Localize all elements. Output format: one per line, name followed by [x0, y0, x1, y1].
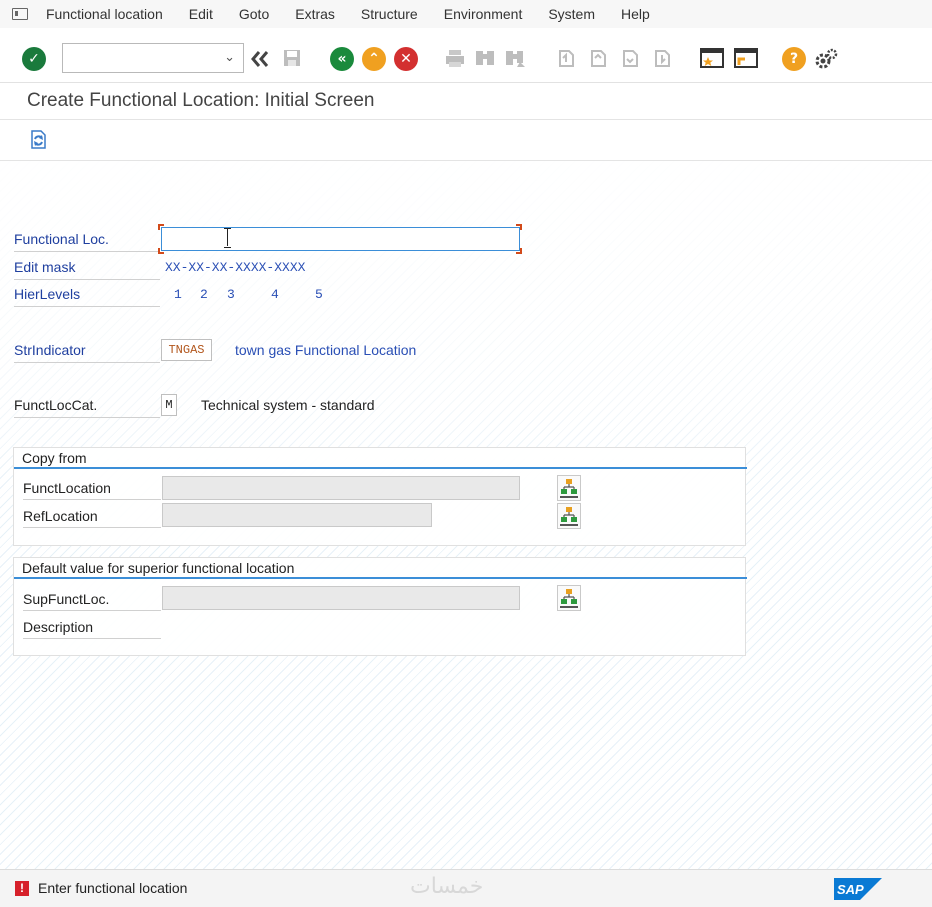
previous-page-icon[interactable] — [588, 48, 608, 68]
hier-level-1: 1 — [174, 287, 182, 302]
superior-group-title: Default value for superior functional lo… — [22, 560, 295, 576]
str-indicator-field[interactable]: TNGAS — [161, 339, 212, 361]
funct-loc-cat-field[interactable]: M — [161, 394, 177, 416]
copy-from-title: Copy from — [22, 450, 87, 466]
menu-icon[interactable] — [12, 8, 28, 20]
functional-loc-input[interactable] — [161, 227, 520, 251]
str-indicator-description: town gas Functional Location — [235, 342, 417, 358]
funct-location-field[interactable] — [162, 476, 520, 500]
hier-level-2: 2 — [200, 287, 208, 302]
settings-icon[interactable] — [814, 48, 838, 70]
hierarchy-icon — [560, 589, 578, 608]
hier-level-5: 5 — [315, 287, 323, 302]
page-title: Create Functional Location: Initial Scre… — [27, 90, 375, 111]
menu-structure[interactable]: Structure — [361, 6, 418, 22]
text-cursor-icon — [224, 228, 232, 248]
status-message[interactable]: Enter functional location — [38, 880, 187, 896]
superior-location-group: Default value for superior functional lo… — [13, 557, 747, 656]
next-page-icon[interactable] — [620, 48, 640, 68]
hierarchy-button[interactable] — [557, 475, 581, 501]
funct-location-label: FunctLocation — [23, 480, 161, 500]
find-next-icon[interactable] — [504, 48, 526, 68]
back-double-icon[interactable] — [250, 50, 270, 68]
last-page-icon[interactable] — [652, 48, 672, 68]
sup-funct-loc-label: SupFunctLoc. — [23, 591, 161, 611]
menu-extras[interactable]: Extras — [295, 6, 335, 22]
menu-functional-location[interactable]: Functional location — [46, 6, 163, 22]
menu-goto[interactable]: Goto — [239, 6, 269, 22]
hierarchy-button[interactable] — [557, 503, 581, 529]
save-icon[interactable] — [282, 48, 302, 68]
funct-loc-cat-description: Technical system - standard — [201, 397, 375, 413]
command-field[interactable]: ⌄ — [62, 43, 244, 73]
ref-location-field[interactable] — [162, 503, 432, 527]
find-icon[interactable] — [474, 48, 496, 68]
print-icon[interactable] — [444, 48, 466, 68]
hier-level-3: 3 — [227, 287, 235, 302]
standard-toolbar: ✓ ⌄ « ⌃ ✕ ? — [0, 36, 932, 82]
edit-mask-label: Edit mask — [14, 259, 160, 280]
title-bar: Create Functional Location: Initial Scre… — [0, 83, 932, 118]
menu-edit[interactable]: Edit — [189, 6, 213, 22]
error-icon: ! — [15, 881, 29, 896]
exit-icon[interactable]: ⌃ — [362, 47, 386, 71]
group-divider — [14, 577, 747, 579]
edit-mask-value: XX-XX-XX-XXXX-XXXX — [165, 260, 306, 275]
sap-logo: SAP — [834, 878, 882, 900]
menu-help[interactable]: Help — [621, 6, 650, 22]
hier-levels-label: HierLevels — [14, 286, 160, 307]
group-divider — [14, 467, 747, 469]
create-session-icon[interactable] — [700, 47, 724, 69]
application-toolbar — [0, 120, 932, 160]
str-indicator-label: StrIndicator — [14, 342, 160, 363]
ref-location-label: RefLocation — [23, 508, 161, 528]
status-bar: ! Enter functional location خمسات SAP — [0, 869, 932, 907]
hierarchy-button[interactable] — [557, 585, 581, 611]
help-icon[interactable]: ? — [782, 47, 806, 71]
sup-funct-loc-field[interactable] — [162, 586, 520, 610]
back-icon[interactable]: « — [330, 47, 354, 71]
watermark: خمسات — [410, 874, 484, 899]
chevron-down-icon[interactable]: ⌄ — [224, 50, 235, 65]
svg-text:SAP: SAP — [837, 882, 864, 897]
hierarchy-icon — [560, 507, 578, 526]
refresh-icon[interactable] — [27, 129, 49, 151]
cancel-icon[interactable]: ✕ — [394, 47, 418, 71]
copy-from-group: Copy from FunctLocation RefLocation — [13, 447, 747, 546]
first-page-icon[interactable] — [556, 48, 576, 68]
menu-system[interactable]: System — [548, 6, 595, 22]
description-label: Description — [23, 619, 161, 639]
shortcut-icon[interactable] — [734, 47, 758, 69]
hier-level-4: 4 — [271, 287, 279, 302]
enter-icon[interactable]: ✓ — [22, 47, 46, 71]
menu-bar: Functional location Edit Goto Extras Str… — [0, 0, 932, 28]
main-area-fade — [0, 161, 932, 491]
menu-environment[interactable]: Environment — [444, 6, 523, 22]
hierarchy-icon — [560, 479, 578, 498]
funct-loc-cat-label: FunctLocCat. — [14, 397, 160, 418]
functional-loc-label: Functional Loc. — [14, 231, 160, 252]
